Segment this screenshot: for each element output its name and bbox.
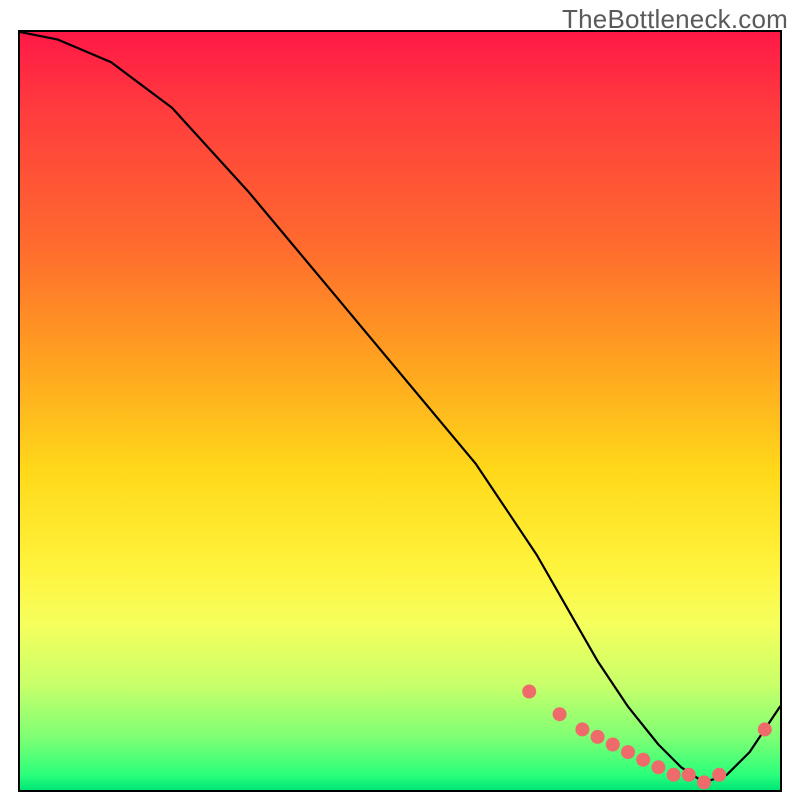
highlight-dot: [636, 753, 650, 767]
chart-area: [18, 30, 782, 792]
highlight-dot: [758, 722, 772, 736]
highlight-dots-group: [522, 685, 772, 790]
highlight-dot: [553, 707, 567, 721]
highlight-dot: [591, 730, 605, 744]
chart-svg: [20, 32, 780, 790]
highlight-dot: [712, 768, 726, 782]
highlight-dot: [575, 722, 589, 736]
highlight-dot: [606, 738, 620, 752]
highlight-dot: [651, 760, 665, 774]
curve-line: [20, 32, 780, 782]
highlight-dot: [682, 768, 696, 782]
highlight-dot: [522, 685, 536, 699]
highlight-dot: [697, 775, 711, 789]
highlight-dot: [667, 768, 681, 782]
highlight-dot: [621, 745, 635, 759]
